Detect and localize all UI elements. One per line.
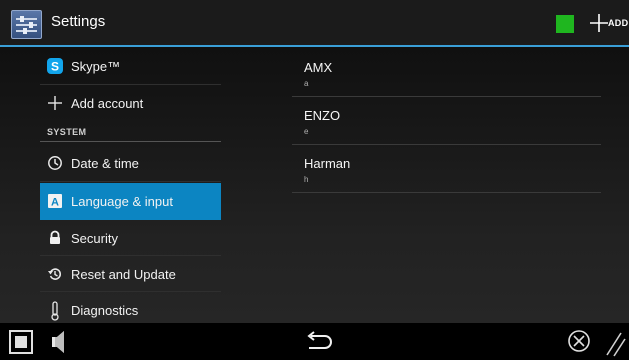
close-circle-icon[interactable] — [564, 323, 594, 360]
skype-icon: S — [47, 58, 63, 74]
page-title: Settings — [51, 13, 106, 30]
sidebar-item-reset-update[interactable]: Reset and Update — [40, 256, 221, 292]
sidebar-item-label: Add account — [71, 96, 144, 111]
sidebar-item-date-time[interactable]: Date & time — [40, 145, 221, 182]
section-header-system: SYSTEM — [47, 127, 87, 137]
action-bar: Settings ADD — [0, 0, 629, 47]
svg-text:A: A — [51, 197, 59, 209]
list-item[interactable]: AMX a — [292, 49, 601, 97]
sidebar-item-language-input[interactable]: A Language & input — [40, 183, 221, 220]
svg-text:S: S — [51, 60, 59, 74]
resize-grip-icon[interactable] — [603, 323, 627, 360]
sidebar-item-label: Skype™ — [71, 59, 121, 74]
sidebar-item-add-account[interactable]: Add account — [40, 85, 221, 121]
sidebar-item-label: Date & time — [71, 156, 139, 171]
keyboard-name: Harman — [304, 156, 351, 171]
keyboard-subtitle: h — [304, 175, 309, 184]
content-area: S Skype™ Add account SYSTEM Date & time — [0, 47, 629, 323]
add-button[interactable]: ADD — [588, 12, 629, 36]
list-item[interactable]: ENZO e — [292, 97, 601, 145]
section-divider — [40, 141, 221, 142]
status-indicator — [556, 15, 574, 33]
keyboard-name: ENZO — [304, 108, 341, 123]
add-label: ADD — [608, 18, 629, 28]
back-arrow-icon[interactable] — [301, 323, 335, 360]
keyboard-a-icon: A — [48, 194, 62, 209]
plus-icon — [590, 14, 608, 32]
sidebar-item-label: Language & input — [71, 194, 173, 209]
sidebar-item-label: Diagnostics — [71, 303, 139, 318]
plus-icon — [48, 96, 62, 110]
keyboard-list: AMX a ENZO e Harman h — [292, 47, 601, 323]
thermometer-icon — [51, 301, 59, 321]
square-icon[interactable] — [8, 323, 34, 360]
reset-icon — [48, 268, 61, 280]
settings-sidebar: S Skype™ Add account SYSTEM Date & time — [40, 47, 221, 323]
divider — [292, 192, 601, 193]
sidebar-item-security[interactable]: Security — [40, 220, 221, 256]
settings-sliders-icon[interactable] — [11, 10, 42, 39]
keyboard-subtitle: e — [304, 127, 309, 136]
sidebar-item-diagnostics[interactable]: Diagnostics — [40, 292, 221, 323]
clock-icon — [48, 156, 62, 170]
sidebar-item-label: Security — [71, 231, 118, 246]
divider — [40, 181, 221, 182]
lock-icon — [50, 230, 60, 244]
keyboard-subtitle: a — [304, 79, 309, 88]
navigation-bar — [0, 323, 629, 360]
sidebar-item-label: Reset and Update — [71, 267, 176, 282]
list-item[interactable]: Harman h — [292, 145, 601, 193]
speaker-icon[interactable] — [48, 323, 74, 360]
sidebar-item-skype[interactable]: S Skype™ — [40, 47, 221, 85]
keyboard-name: AMX — [304, 60, 333, 75]
